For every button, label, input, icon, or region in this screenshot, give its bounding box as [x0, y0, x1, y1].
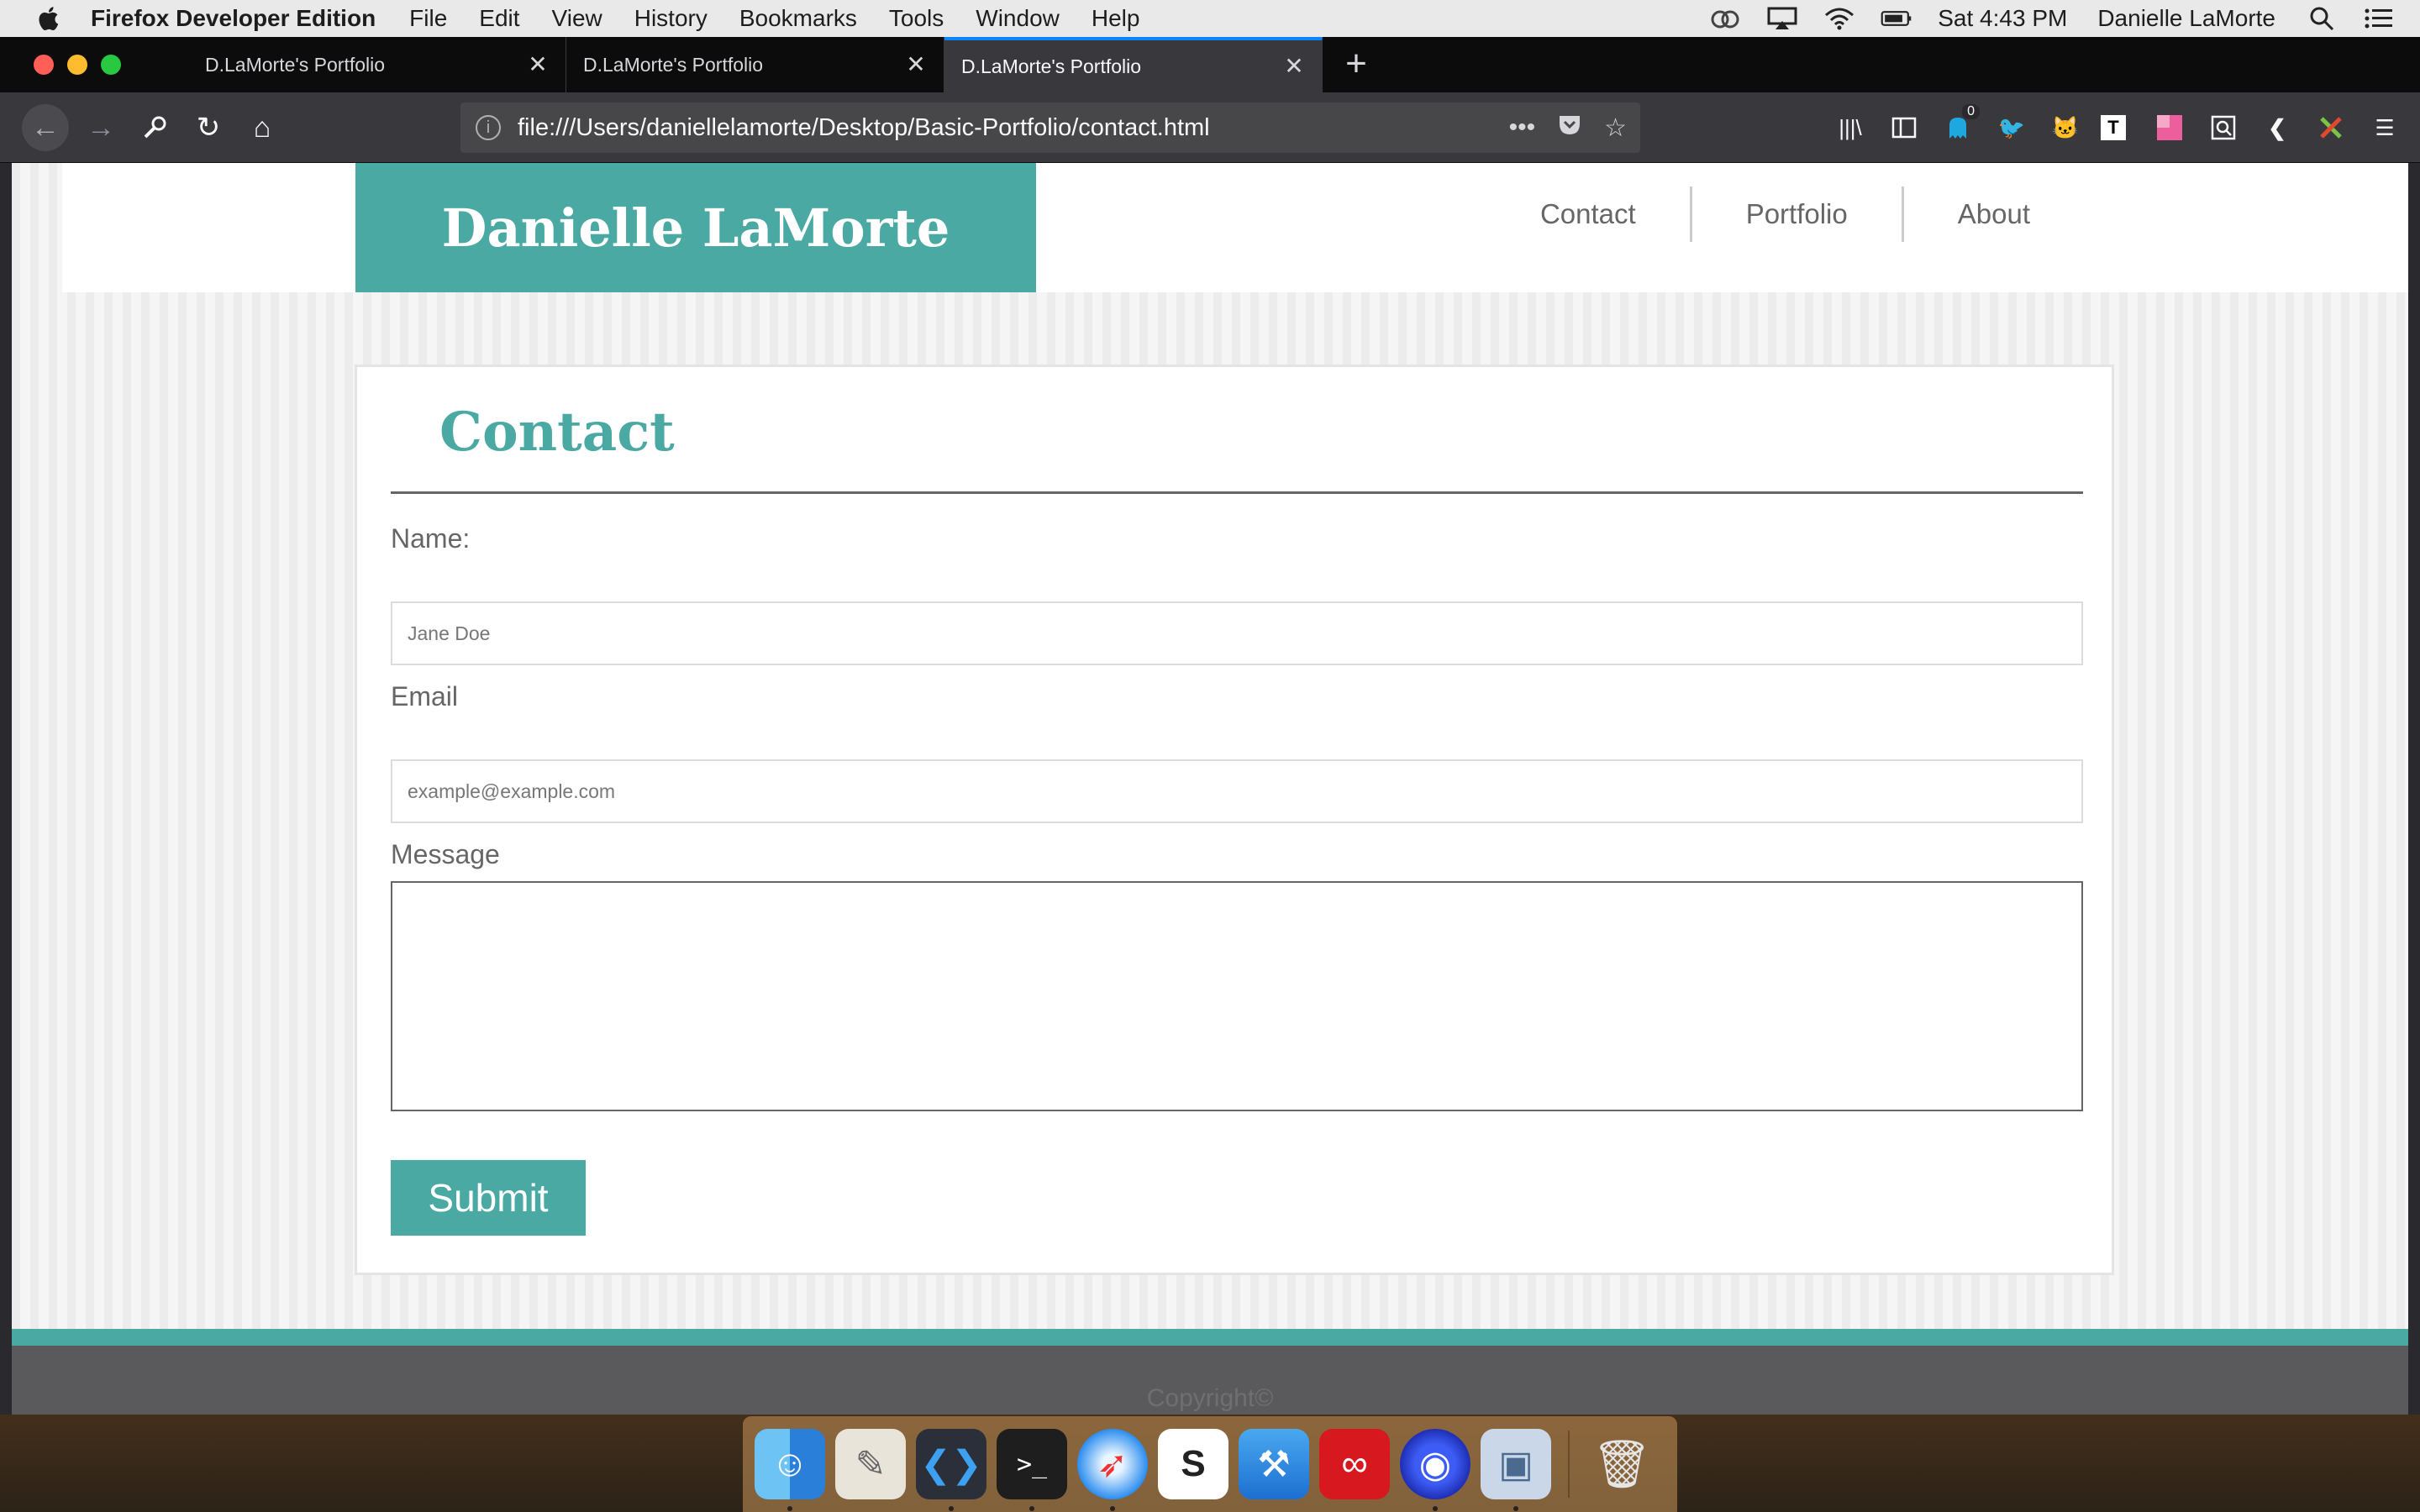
copyright-text: Copyright© [1146, 1384, 1274, 1412]
page-actions-icon[interactable]: ••• [1509, 113, 1536, 142]
bookmark-star-icon[interactable]: ☆ [1604, 113, 1627, 143]
window-zoom-button[interactable] [101, 55, 121, 75]
slack-icon[interactable]: S [1158, 1429, 1228, 1499]
message-textarea[interactable] [391, 881, 2083, 1111]
site-logo-text: Danielle LaMorte [441, 197, 950, 259]
name-input[interactable] [391, 601, 2083, 665]
new-tab-button[interactable]: + [1336, 44, 1376, 84]
tab-title: D.LaMorte's Portfolio [961, 55, 1142, 77]
window-close-button[interactable] [34, 55, 54, 75]
creative-cloud-status-icon[interactable] [1709, 7, 1741, 30]
close-x-extension-icon[interactable] [2312, 109, 2349, 146]
nav-link-about[interactable]: About [1901, 186, 2084, 242]
browser-window: D.LaMorte's Portfolio ✕ D.LaMorte's Port… [0, 37, 2420, 1415]
toolbar-icons: |||\ 0 🐦 🐱 T ❮ ☰ [1832, 104, 2420, 151]
tab-title: D.LaMorte's Portfolio [583, 53, 764, 76]
home-button[interactable]: ⌂ [239, 104, 286, 151]
menubar-user[interactable]: Danielle LaMorte [2097, 5, 2275, 32]
extension-badge: 0 [1962, 104, 1980, 119]
wrench-icon[interactable] [131, 104, 178, 151]
url-bar[interactable]: i file:///Users/daniellelamorte/Desktop/… [460, 102, 1640, 153]
apple-menu-icon[interactable] [34, 4, 67, 33]
dock-separator [1568, 1431, 1570, 1498]
message-label: Message [391, 839, 500, 869]
tab-1[interactable]: D.LaMorte's Portfolio ✕ [188, 37, 566, 92]
menu-history[interactable]: History [634, 5, 708, 32]
forward-button[interactable]: → [77, 104, 124, 151]
sidebar-icon[interactable] [1886, 109, 1923, 146]
back-button[interactable]: ← [22, 104, 69, 151]
title-divider [391, 491, 2083, 494]
submit-button[interactable]: Submit [391, 1160, 586, 1236]
finder-icon[interactable]: ☺ [755, 1429, 825, 1511]
hamburger-menu-icon[interactable]: ☰ [2366, 109, 2403, 146]
zoom-extension-icon[interactable] [2205, 109, 2242, 146]
nav-link-contact[interactable]: Contact [1486, 186, 1690, 242]
tab-3-active[interactable]: D.LaMorte's Portfolio ✕ [944, 37, 1323, 92]
tab-close-icon[interactable]: ✕ [1283, 55, 1305, 78]
t-extension-icon[interactable]: T [2101, 115, 2126, 140]
tab-bar: D.LaMorte's Portfolio ✕ D.LaMorte's Port… [0, 37, 2420, 92]
tab-close-icon[interactable]: ✕ [905, 53, 927, 76]
trash-icon[interactable]: 🗑 [1586, 1429, 1657, 1499]
menu-help[interactable]: Help [1092, 5, 1140, 32]
menu-view[interactable]: View [552, 5, 602, 32]
preview-icon[interactable]: ▣ [1481, 1429, 1551, 1511]
window-minimize-button[interactable] [67, 55, 87, 75]
navigation-toolbar: ← → ↻ ⌂ i file:///Users/daniellelamorte/… [0, 92, 2420, 163]
battery-icon[interactable] [1881, 7, 1912, 30]
menu-app-name[interactable]: Firefox Developer Edition [91, 5, 376, 32]
notification-center-icon[interactable] [2363, 7, 2395, 30]
contact-card: Contact Name: Email Message Submit [355, 365, 2114, 1275]
library-icon[interactable]: |||\ [1832, 109, 1869, 146]
menu-window[interactable]: Window [976, 5, 1060, 32]
spotlight-search-icon[interactable] [2306, 7, 2338, 31]
creative-cloud-icon[interactable]: ∞ [1319, 1429, 1390, 1499]
vscode-icon[interactable]: ❮❯ [916, 1429, 986, 1511]
menu-tools[interactable]: Tools [889, 5, 944, 32]
ghostery-extension-icon[interactable]: 0 [1939, 104, 1980, 146]
email-input[interactable] [391, 759, 2083, 823]
url-text[interactable]: file:///Users/daniellelamorte/Desktop/Ba… [518, 114, 1210, 142]
reload-button[interactable]: ↻ [185, 104, 232, 151]
pocket-icon[interactable] [1557, 112, 1582, 144]
xcode-icon[interactable]: ⚒ [1239, 1429, 1309, 1499]
airplay-icon[interactable] [1766, 7, 1798, 30]
site-info-icon[interactable]: i [476, 115, 501, 140]
color-picker-extension-icon[interactable] [2151, 109, 2188, 146]
site-nav: Contact Portfolio About [1486, 186, 2084, 242]
dock: ☺ ✎ ❮❯ >_ ➶ S ⚒ ∞ ◉ ▣ 🗑 [743, 1416, 1677, 1512]
page-viewport: Danielle LaMorte Contact Portfolio About… [12, 163, 2408, 1415]
email-label: Email [391, 681, 459, 711]
menu-bar: Firefox Developer Edition File Edit View… [0, 0, 2420, 37]
nav-link-portfolio[interactable]: Portfolio [1689, 186, 1902, 242]
page-title: Contact [439, 401, 675, 464]
menubar-clock[interactable]: Sat 4:43 PM [1938, 5, 2067, 32]
wifi-icon[interactable] [1823, 7, 1855, 30]
terminal-icon[interactable]: >_ [997, 1429, 1067, 1511]
tab-title: D.LaMorte's Portfolio [205, 53, 386, 76]
tab-2[interactable]: D.LaMorte's Portfolio ✕ [566, 37, 944, 92]
menu-bookmarks[interactable]: Bookmarks [739, 5, 857, 32]
name-label: Name: [391, 523, 471, 554]
chevron-left-icon[interactable]: ❮ [2259, 109, 2296, 146]
menu-file[interactable]: File [409, 5, 447, 32]
cat-extension-icon[interactable]: 🐱 [2047, 109, 2084, 146]
firefox-icon[interactable]: ◉ [1400, 1429, 1470, 1511]
tab-close-icon[interactable]: ✕ [527, 53, 549, 76]
site-footer: Copyright© [12, 1329, 2408, 1415]
site-logo[interactable]: Danielle LaMorte [355, 163, 1036, 292]
safari-icon[interactable]: ➶ [1077, 1429, 1148, 1511]
bird-extension-icon[interactable]: 🐦 [1993, 109, 2030, 146]
menu-edit[interactable]: Edit [479, 5, 519, 32]
text-edit-icon[interactable]: ✎ [835, 1429, 906, 1499]
site-header: Danielle LaMorte Contact Portfolio About [62, 163, 2408, 292]
